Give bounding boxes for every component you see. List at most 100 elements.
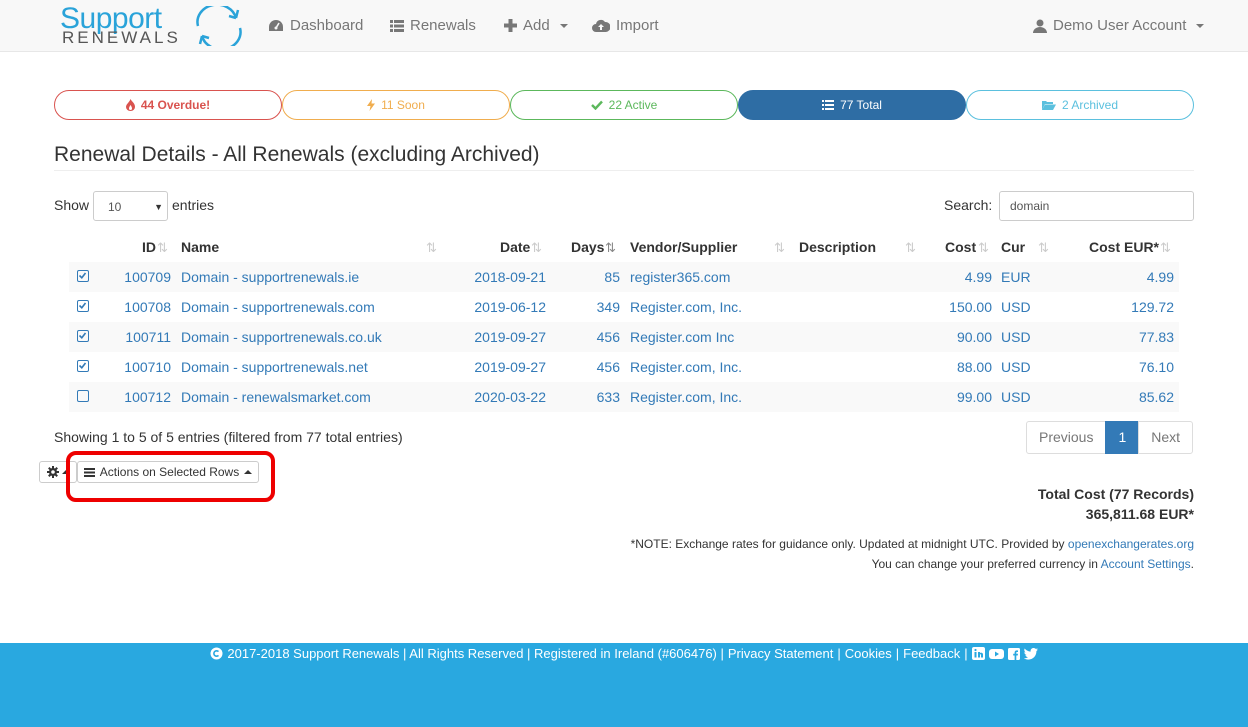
linkedin-icon[interactable] — [971, 647, 985, 660]
cell-date[interactable]: 2018-09-21 — [474, 269, 546, 285]
cell-currency[interactable]: USD — [1001, 329, 1031, 345]
cell-days[interactable]: 633 — [597, 389, 620, 405]
filter-active-button[interactable]: 22 Active — [510, 90, 738, 120]
cell-cost[interactable]: 90.00 — [957, 329, 992, 345]
cell-cost-eur[interactable]: 85.62 — [1139, 389, 1174, 405]
logo[interactable]: Support RENEWALS — [60, 2, 245, 47]
sort-icon[interactable]: ⇅ — [426, 240, 437, 256]
cookies-link[interactable]: Cookies — [845, 646, 892, 661]
cell-name[interactable]: Domain - supportrenewals.co.uk — [181, 329, 382, 345]
pagination-page-1[interactable]: 1 — [1105, 421, 1140, 454]
nav-add-dropdown[interactable]: Add — [504, 0, 568, 51]
cell-date[interactable]: 2020-03-22 — [474, 389, 546, 405]
cell-cost[interactable]: 150.00 — [949, 299, 992, 315]
nav-dashboard[interactable]: Dashboard — [268, 0, 363, 51]
openexchangerates-link[interactable]: openexchangerates.org — [1068, 537, 1194, 551]
cell-date[interactable]: 2019-06-12 — [474, 299, 546, 315]
cell-vendor[interactable]: Register.com Inc — [630, 329, 734, 345]
sort-icon[interactable]: ⇅ — [905, 240, 916, 256]
table-row[interactable]: 100711 Domain - supportrenewals.co.uk 20… — [69, 322, 1179, 352]
column-header-cost[interactable]: Cost — [945, 239, 976, 255]
facebook-icon[interactable] — [1007, 647, 1020, 660]
cell-id[interactable]: 100711 — [125, 329, 171, 345]
nav-import[interactable]: Import — [592, 0, 659, 51]
youtube-icon[interactable] — [988, 648, 1004, 660]
nav-renewals[interactable]: Renewals — [390, 0, 476, 51]
sort-icon[interactable]: ⇅ — [157, 240, 168, 256]
row-checkbox-unchecked[interactable] — [77, 390, 89, 402]
actions-label: Actions on Selected Rows — [99, 465, 240, 479]
cell-name[interactable]: Domain - supportrenewals.net — [181, 359, 368, 375]
cell-cost[interactable]: 4.99 — [965, 269, 992, 285]
cell-cost[interactable]: 99.00 — [957, 389, 992, 405]
row-checkbox[interactable] — [77, 330, 89, 342]
column-header-date[interactable]: Date — [500, 239, 530, 255]
sort-icon[interactable]: ⇅ — [531, 240, 542, 256]
sort-desc-icon[interactable]: ⇅ — [605, 240, 616, 256]
nav-account-dropdown[interactable]: Demo User Account — [1033, 0, 1205, 51]
sort-icon[interactable]: ⇅ — [978, 240, 989, 256]
cell-name[interactable]: Domain - supportrenewals.ie — [181, 269, 359, 285]
filter-total-button[interactable]: 77 Total — [738, 90, 966, 120]
column-settings-button[interactable] — [39, 461, 77, 483]
entries-per-page-select[interactable]: 10 ▼ — [93, 191, 168, 221]
sort-icon[interactable]: ⇅ — [774, 240, 785, 256]
nav-dashboard-label: Dashboard — [290, 17, 364, 34]
cell-cost-eur[interactable]: 129.72 — [1131, 299, 1174, 315]
filter-overdue-button[interactable]: 44 Overdue! — [54, 90, 282, 120]
pagination-previous[interactable]: Previous — [1026, 421, 1107, 454]
row-checkbox[interactable] — [77, 300, 89, 312]
cell-name[interactable]: Domain - renewalsmarket.com — [181, 389, 371, 405]
cell-vendor[interactable]: register365.com — [630, 269, 730, 285]
navbar: Support RENEWALS Dashboard Renewals Add … — [0, 0, 1248, 52]
cell-vendor[interactable]: Register.com, Inc. — [630, 359, 742, 375]
cell-currency[interactable]: USD — [1001, 359, 1031, 375]
column-header-vendor[interactable]: Vendor/Supplier — [630, 239, 737, 255]
cell-name[interactable]: Domain - supportrenewals.com — [181, 299, 375, 315]
account-settings-link[interactable]: Account Settings — [1101, 557, 1191, 571]
cell-currency[interactable]: USD — [1001, 299, 1031, 315]
column-header-description[interactable]: Description — [799, 239, 876, 255]
cell-days[interactable]: 456 — [597, 329, 620, 345]
column-header-id[interactable]: ID — [142, 239, 156, 255]
column-header-days[interactable]: Days — [571, 239, 604, 255]
cell-cost-eur[interactable]: 4.99 — [1147, 269, 1174, 285]
row-checkbox[interactable] — [77, 360, 89, 372]
column-header-name[interactable]: Name — [181, 239, 219, 255]
column-header-cost-eur[interactable]: Cost EUR* — [1089, 239, 1159, 255]
caret-down-icon — [559, 23, 568, 28]
table-row[interactable]: 100709 Domain - supportrenewals.ie 2018-… — [69, 262, 1179, 292]
row-checkbox[interactable] — [77, 270, 89, 282]
filter-archived-button[interactable]: 2 Archived — [966, 90, 1194, 120]
sort-icon[interactable]: ⇅ — [1160, 240, 1171, 256]
search-input[interactable] — [999, 191, 1194, 221]
cell-cost-eur[interactable]: 76.10 — [1139, 359, 1174, 375]
cell-vendor[interactable]: Register.com, Inc. — [630, 299, 742, 315]
cell-currency[interactable]: USD — [1001, 389, 1031, 405]
table-row[interactable]: 100710 Domain - supportrenewals.net 2019… — [69, 352, 1179, 382]
filter-soon-button[interactable]: 11 Soon — [282, 90, 510, 120]
cell-cost-eur[interactable]: 77.83 — [1139, 329, 1174, 345]
table-row[interactable]: 100708 Domain - supportrenewals.com 2019… — [69, 292, 1179, 322]
cell-id[interactable]: 100710 — [124, 359, 171, 375]
twitter-icon[interactable] — [1023, 647, 1038, 660]
actions-on-selected-rows-button[interactable]: Actions on Selected Rows — [77, 461, 259, 483]
cell-date[interactable]: 2019-09-27 — [474, 359, 546, 375]
cell-date[interactable]: 2019-09-27 — [474, 329, 546, 345]
pagination-next[interactable]: Next — [1138, 421, 1194, 454]
privacy-statement-link[interactable]: Privacy Statement — [728, 646, 834, 661]
cell-currency[interactable]: EUR — [1001, 269, 1031, 285]
cell-days[interactable]: 349 — [597, 299, 620, 315]
cell-id[interactable]: 100709 — [124, 269, 171, 285]
cell-days[interactable]: 456 — [597, 359, 620, 375]
cell-cost[interactable]: 88.00 — [957, 359, 992, 375]
check-icon — [590, 100, 603, 110]
cell-days[interactable]: 85 — [604, 269, 620, 285]
feedback-link[interactable]: Feedback — [903, 646, 960, 661]
cell-id[interactable]: 100712 — [124, 389, 171, 405]
column-header-currency[interactable]: Cur — [1001, 239, 1025, 255]
sort-icon[interactable]: ⇅ — [1038, 240, 1049, 256]
cell-id[interactable]: 100708 — [124, 299, 171, 315]
cell-vendor[interactable]: Register.com, Inc. — [630, 389, 742, 405]
table-row[interactable]: 100712 Domain - renewalsmarket.com 2020-… — [69, 382, 1179, 412]
